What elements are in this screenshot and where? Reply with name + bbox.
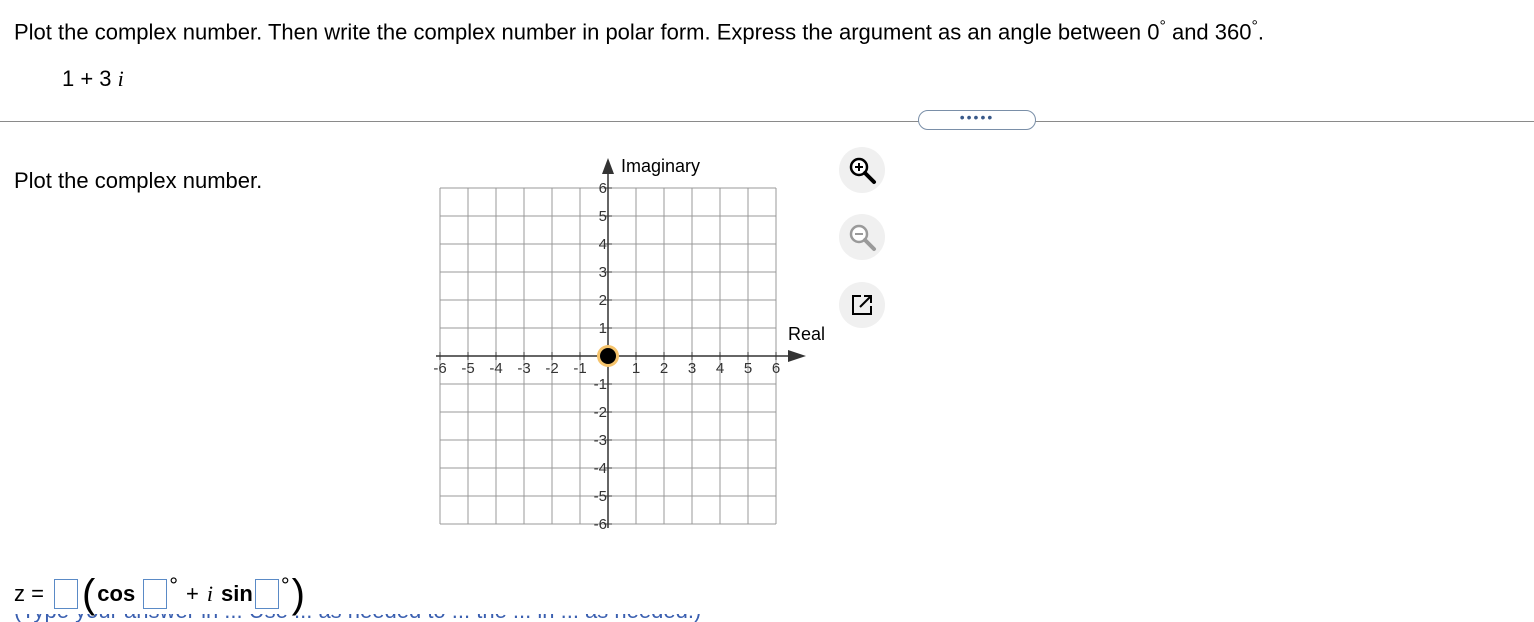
expand-icon	[852, 295, 872, 315]
z-label: z =	[14, 581, 44, 606]
modulus-input[interactable]	[53, 579, 78, 609]
zoom-in-button[interactable]	[839, 147, 885, 193]
y-tick-label: 5	[599, 208, 607, 225]
sin-label: sin	[221, 581, 253, 606]
y-tick-label: -6	[594, 516, 607, 533]
graph-area[interactable]: -6 -5 -4 -3 -2 -1 1 2 3 4 5 6 6 5 4 3 2 1 -1 -2 -3 -4 -5 -6 Ima…	[420, 150, 835, 540]
x-tick-label: -6	[433, 360, 446, 377]
more-button[interactable]: •••••	[918, 110, 1036, 130]
x-tick-label: 6	[772, 360, 780, 377]
complex-number-expression: 1 + 3 i	[62, 66, 124, 91]
x-tick-label: 2	[660, 360, 668, 377]
x-tick-label: 1	[632, 360, 640, 377]
y-tick-label: -2	[594, 404, 607, 421]
axes	[436, 158, 806, 528]
x-tick-label: -5	[461, 360, 474, 377]
y-tick-label: 2	[599, 292, 607, 309]
close-paren: )	[291, 572, 305, 616]
y-tick-label: 3	[599, 264, 607, 281]
expand-button[interactable]	[839, 282, 885, 328]
point-dot	[600, 348, 616, 364]
y-tick-label: -5	[594, 488, 607, 505]
sin-angle-input[interactable]	[254, 579, 279, 609]
degree-symbol: °	[169, 573, 179, 598]
plus-sign: +	[186, 581, 199, 606]
degree-symbol-2: °	[280, 573, 290, 598]
cos-label: cos	[97, 581, 136, 606]
x-tick-label: -3	[517, 360, 530, 377]
y-tick-label: -1	[594, 376, 607, 393]
cos-angle-input[interactable]	[143, 579, 168, 609]
imaginary-unit: i	[206, 581, 214, 606]
x-tick-label: 3	[688, 360, 696, 377]
answer-instructions: (Type your answer in ... Use ... as need…	[14, 614, 1354, 622]
x-tick-label: 4	[716, 360, 724, 377]
x-axis-arrow	[788, 350, 806, 362]
y-tick-label: -3	[594, 432, 607, 449]
x-tick-label: -1	[573, 360, 586, 377]
divider	[0, 121, 1534, 122]
y-tick-label: 6	[599, 180, 607, 197]
x-tick-label: 5	[744, 360, 752, 377]
y-axis-label: Imaginary	[621, 156, 700, 176]
zoom-out-button[interactable]	[839, 214, 885, 260]
x-tick-label: -4	[489, 360, 502, 377]
polar-form-answer: z = ( cos ° + i sin ° )	[14, 572, 307, 616]
zoom-in-icon	[849, 157, 876, 184]
plotted-point[interactable]	[597, 345, 619, 367]
x-tick-label: -2	[545, 360, 558, 377]
y-axis-arrow	[602, 158, 614, 174]
open-paren: (	[81, 572, 96, 616]
question-text: Plot the complex number. Then write the …	[14, 18, 1265, 45]
part-label: Plot the complex number.	[14, 168, 263, 193]
zoom-out-icon	[849, 224, 876, 251]
y-tick-label: 1	[599, 320, 607, 337]
y-tick-label: 4	[599, 236, 607, 253]
y-tick-label: -4	[594, 460, 607, 477]
x-axis-label: Real	[788, 324, 825, 344]
